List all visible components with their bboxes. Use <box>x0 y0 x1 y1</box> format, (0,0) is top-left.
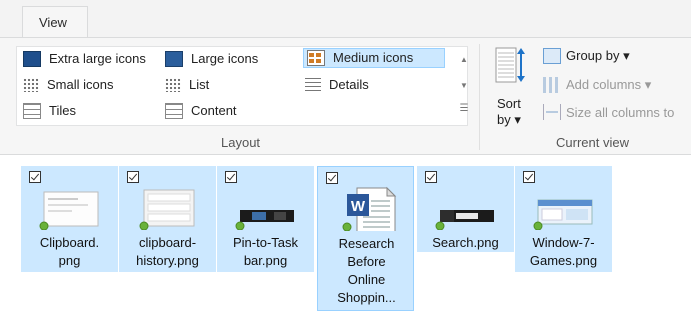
size-all-columns-button[interactable]: Size all columns to <box>543 104 674 120</box>
option-label: Medium icons <box>333 50 414 65</box>
list-icon <box>165 78 181 92</box>
add-columns-button[interactable]: Add columns ▾ <box>543 77 651 93</box>
size-columns-icon <box>543 104 561 120</box>
option-label: List <box>189 77 210 92</box>
file-name: clipboard- history.png <box>136 235 199 268</box>
ribbon-tab-strip: View <box>0 0 691 38</box>
image-thumbnail-icon <box>139 189 195 230</box>
layout-extra-large-icons[interactable]: Extra large icons <box>23 49 146 69</box>
file-item[interactable]: Clipboard. png <box>21 166 118 272</box>
word-document-icon: W <box>342 186 397 231</box>
file-name: Research Before Online Shoppin... <box>337 236 396 305</box>
group-by-label: Group by ▾ <box>566 48 630 63</box>
option-label: Tiles <box>49 103 76 118</box>
ribbon-view: Extra large icons Large icons Medium ico… <box>0 37 691 155</box>
add-columns-icon <box>543 77 561 93</box>
layout-large-icons[interactable]: Large icons <box>165 49 258 69</box>
scroll-up-icon[interactable]: ▲ <box>459 55 469 64</box>
option-label: Content <box>191 103 237 118</box>
file-item[interactable]: clipboard- history.png <box>119 166 216 272</box>
sort-icon <box>495 47 525 83</box>
image-thumbnail-icon <box>235 210 294 230</box>
scroll-down-icon[interactable]: ▼ <box>459 81 469 90</box>
image-thumbnail-icon <box>435 210 494 230</box>
layout-medium-icons[interactable]: Medium icons <box>303 48 445 68</box>
layout-tiles[interactable]: Tiles <box>23 101 76 121</box>
layout-gallery: Extra large icons Large icons Medium ico… <box>16 46 468 126</box>
item-checkbox[interactable] <box>225 171 237 183</box>
option-label: Details <box>329 77 369 92</box>
group-separator <box>479 44 480 150</box>
layout-details[interactable]: Details <box>305 75 369 95</box>
image-thumbnail-icon <box>39 191 99 230</box>
tab-view[interactable]: View <box>22 6 88 38</box>
medium-icons-icon <box>307 50 325 66</box>
file-name: Pin-to-Task bar.png <box>232 235 299 268</box>
layout-list[interactable]: List <box>165 75 209 95</box>
item-checkbox[interactable] <box>127 171 139 183</box>
gallery-expand-icon[interactable]: ☰ <box>459 103 469 114</box>
layout-small-icons[interactable]: Small icons <box>23 75 113 95</box>
file-view: Clipboard. png clipboard- history.png Pi… <box>0 158 691 314</box>
sort-by-label: by ▾ <box>497 112 521 127</box>
file-item[interactable]: Search.png <box>417 166 514 252</box>
item-checkbox[interactable] <box>425 171 437 183</box>
large-icons-icon <box>165 51 183 67</box>
option-label: Small icons <box>47 77 114 92</box>
layout-content[interactable]: Content <box>165 101 237 121</box>
size-columns-label: Size all columns to <box>566 104 675 120</box>
layout-group-label: Layout <box>221 135 261 150</box>
option-label: Large icons <box>191 51 259 66</box>
add-columns-label: Add columns ▾ <box>566 77 652 92</box>
file-item[interactable]: W Research Before Online Shoppin... <box>317 166 414 311</box>
item-checkbox[interactable] <box>29 171 41 183</box>
tiles-icon <box>23 103 41 119</box>
group-by-button[interactable]: Group by ▾ <box>543 48 630 64</box>
file-name: Window-7- Games.png <box>529 235 598 268</box>
gallery-scrollbar[interactable]: ▲ ▼ ☰ <box>459 47 469 125</box>
small-icons-icon <box>23 78 39 92</box>
group-by-icon <box>543 48 561 64</box>
option-label: Extra large icons <box>49 51 146 66</box>
svg-text:W: W <box>351 198 366 215</box>
file-name: Clipboard. png <box>39 235 100 268</box>
item-checkbox[interactable] <box>523 171 535 183</box>
file-item[interactable]: Window-7- Games.png <box>515 166 612 272</box>
image-thumbnail-icon <box>533 199 593 230</box>
item-checkbox[interactable] <box>326 172 338 184</box>
sort-label: Sort <box>497 96 521 111</box>
file-name: Search.png <box>432 235 499 250</box>
content-icon <box>165 103 183 119</box>
details-icon <box>305 78 321 92</box>
file-item[interactable]: Pin-to-Task bar.png <box>217 166 314 272</box>
extra-large-icons-icon <box>23 51 41 67</box>
current-view-group-label: Current view <box>556 135 629 150</box>
sort-by-button[interactable]: Sort by ▾ <box>490 46 532 128</box>
